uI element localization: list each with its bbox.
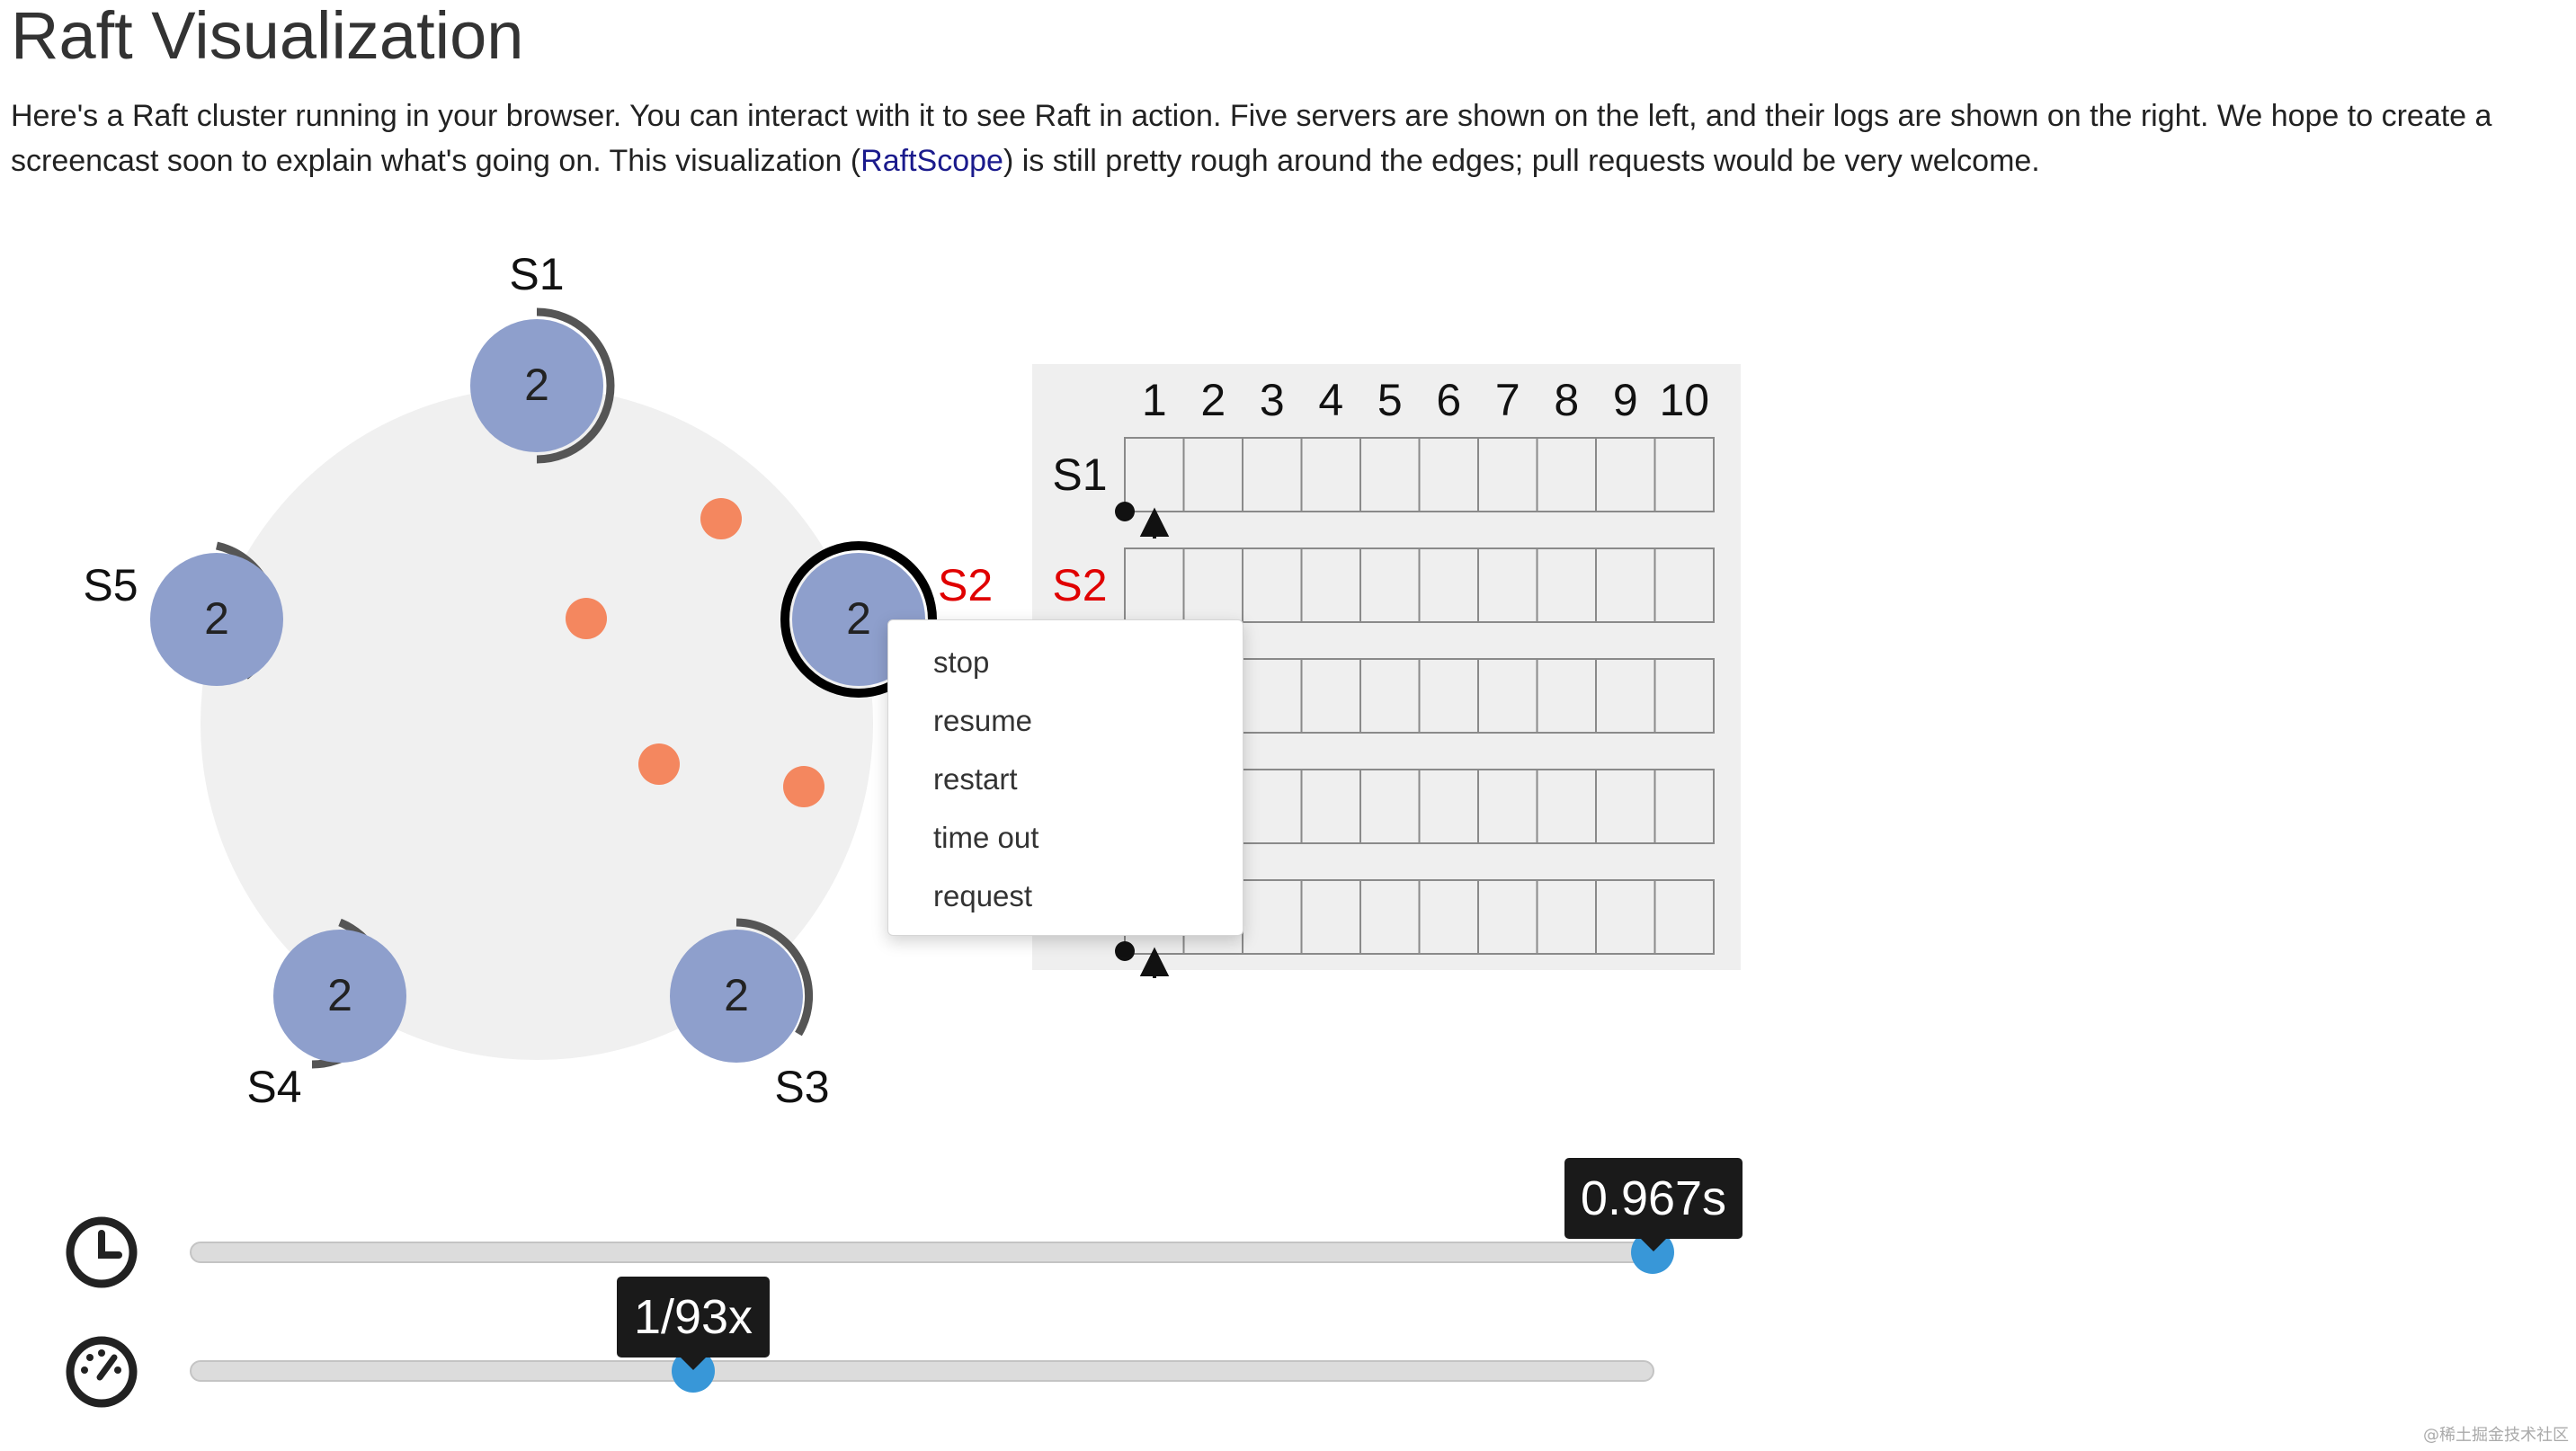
log-cell[interactable] — [1477, 769, 1538, 844]
log-cell[interactable] — [1653, 769, 1715, 844]
speed-control — [66, 1336, 1654, 1408]
log-cell[interactable] — [1595, 547, 1656, 623]
server-label: S3 — [774, 1062, 829, 1112]
log-index-label: 1 — [1142, 375, 1167, 425]
log-cell[interactable] — [1418, 879, 1479, 955]
log-cell[interactable] — [1595, 437, 1656, 512]
time-slider-track[interactable] — [190, 1242, 1654, 1263]
log-cell[interactable] — [1536, 769, 1597, 844]
log-cell[interactable] — [1536, 658, 1597, 734]
log-cell[interactable] — [1418, 658, 1479, 734]
server-term: 2 — [204, 593, 229, 644]
log-cell[interactable] — [1359, 658, 1421, 734]
log-cell[interactable] — [1653, 547, 1715, 623]
speedometer-needle — [96, 1354, 118, 1381]
server-context-menu: stop resume restart time out request — [887, 619, 1243, 936]
log-cell[interactable] — [1124, 437, 1185, 512]
log-index-label: 4 — [1318, 375, 1343, 425]
speed-value: 1/93x — [633, 1290, 753, 1344]
log-cell[interactable] — [1300, 658, 1361, 734]
log-cell[interactable] — [1359, 547, 1421, 623]
server-term: 2 — [327, 970, 352, 1020]
log-cell[interactable] — [1418, 437, 1479, 512]
log-index-label: 9 — [1613, 375, 1638, 425]
menu-item-time-out[interactable]: time out — [888, 808, 1243, 867]
log-cell[interactable] — [1242, 879, 1303, 955]
server-term: 2 — [524, 360, 549, 410]
log-cell[interactable] — [1536, 547, 1597, 623]
log-cell[interactable] — [1418, 547, 1479, 623]
log-cell[interactable] — [1300, 547, 1361, 623]
log-cell[interactable] — [1418, 769, 1479, 844]
server-term: 2 — [846, 593, 871, 644]
log-cell[interactable] — [1242, 658, 1303, 734]
server-s4[interactable]: 2 S4 — [246, 918, 406, 1112]
raft-visualization: 2 S1 2 S2 2 S3 2 S4 2 S5 1 2 3 4 5 6 7 8 9 10 S1S… — [66, 249, 1741, 1408]
log-index-label: 10 — [1659, 375, 1709, 425]
log-cell[interactable] — [1300, 769, 1361, 844]
message-dot[interactable] — [638, 743, 680, 785]
log-index-label: 8 — [1554, 375, 1579, 425]
speedometer-dot — [86, 1354, 94, 1361]
message-dot[interactable] — [566, 598, 607, 639]
time-control — [66, 1216, 1674, 1288]
watermark: @稀土掘金技术社区 — [2423, 1426, 2569, 1445]
log-cell[interactable] — [1536, 879, 1597, 955]
server-label: S2 — [938, 560, 993, 610]
log-index-label: 6 — [1436, 375, 1461, 425]
message-dot[interactable] — [783, 766, 824, 807]
menu-item-resume[interactable]: resume — [888, 691, 1243, 750]
server-label: S1 — [509, 249, 564, 299]
message-dot[interactable] — [700, 498, 742, 539]
menu-item-restart[interactable]: restart — [888, 750, 1243, 808]
menu-item-stop[interactable]: stop — [888, 633, 1243, 691]
commit-index-marker — [1115, 502, 1135, 521]
log-cell[interactable] — [1242, 547, 1303, 623]
log-cell[interactable] — [1477, 879, 1538, 955]
log-cell[interactable] — [1242, 769, 1303, 844]
log-cell[interactable] — [1653, 437, 1715, 512]
log-index-label: 7 — [1495, 375, 1520, 425]
log-row-label: S1 — [1052, 450, 1107, 500]
commit-index-marker — [1115, 941, 1135, 961]
time-value: 0.967s — [1580, 1171, 1727, 1225]
log-cell[interactable] — [1477, 437, 1538, 512]
server-term: 2 — [724, 970, 749, 1020]
log-cell[interactable] — [1477, 658, 1538, 734]
log-cell[interactable] — [1359, 437, 1421, 512]
time-tooltip: 0.967s — [1564, 1158, 1743, 1251]
speedometer-dot — [81, 1366, 88, 1374]
log-cell[interactable] — [1595, 658, 1656, 734]
log-row-label: S2 — [1052, 560, 1107, 610]
log-cell[interactable] — [1359, 879, 1421, 955]
log-cell[interactable] — [1124, 547, 1185, 623]
speed-slider-track[interactable] — [190, 1360, 1654, 1382]
speedometer-dot — [114, 1366, 121, 1374]
server-label: S5 — [83, 560, 138, 610]
server-s3[interactable]: 2 S3 — [670, 918, 830, 1112]
log-cell[interactable] — [1182, 547, 1243, 623]
log-row-s1: S1 — [1052, 437, 1715, 512]
log-cell[interactable] — [1653, 658, 1715, 734]
log-cell[interactable] — [1182, 437, 1243, 512]
log-row-s2: S2 — [1052, 547, 1715, 623]
speedometer-dot — [98, 1349, 105, 1357]
log-index-label: 3 — [1260, 375, 1285, 425]
log-cell[interactable] — [1536, 437, 1597, 512]
log-cell[interactable] — [1653, 879, 1715, 955]
log-cell[interactable] — [1300, 879, 1361, 955]
clock-hands — [98, 1230, 122, 1259]
speed-tooltip: 1/93x — [617, 1277, 770, 1370]
log-index-label: 2 — [1200, 375, 1226, 425]
log-cell[interactable] — [1242, 437, 1303, 512]
log-cell[interactable] — [1595, 879, 1656, 955]
log-cell[interactable] — [1300, 437, 1361, 512]
menu-item-request[interactable]: request — [888, 867, 1243, 925]
server-label: S4 — [246, 1062, 301, 1112]
log-cell[interactable] — [1477, 547, 1538, 623]
server-s5[interactable]: 2 S5 — [83, 541, 283, 686]
log-cell[interactable] — [1359, 769, 1421, 844]
log-index-label: 5 — [1377, 375, 1403, 425]
log-cell[interactable] — [1595, 769, 1656, 844]
